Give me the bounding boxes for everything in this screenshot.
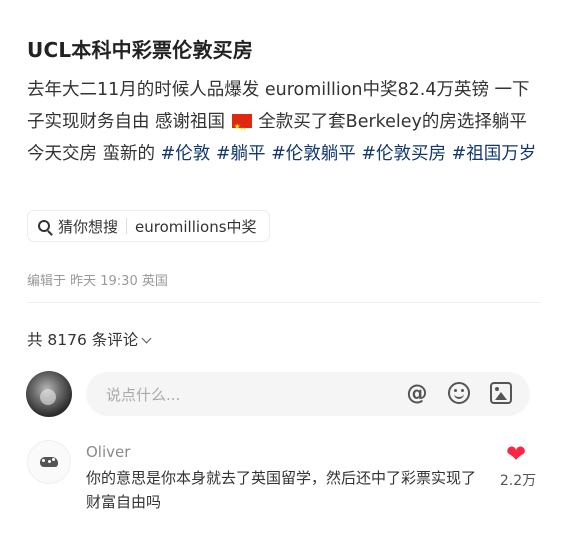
hashtag-london-buy-house[interactable]: #伦敦买房 [361, 144, 446, 164]
pill-divider [126, 218, 128, 234]
comment-input-placeholder: 说点什么... [106, 386, 181, 404]
my-avatar[interactable] [26, 371, 72, 417]
comment-text[interactable]: 你的意思是你本身就去了英国留学，然后还中了彩票实现了财富自由吗 [86, 466, 486, 514]
chevron-down-icon [141, 333, 152, 344]
comment-count-label: 共 8176 条评论 [27, 331, 139, 349]
search-icon [38, 220, 50, 232]
guess-search-query[interactable]: euromillions中奖 [135, 216, 257, 237]
china-flag-icon [231, 111, 252, 145]
hashtag-lie-flat[interactable]: #躺平 [216, 144, 266, 164]
post-title: UCL本科中彩票伦敦买房 [27, 38, 254, 62]
guess-search-label: 猜你想搜 [58, 217, 119, 236]
comment-avatar[interactable] [27, 440, 71, 484]
edited-meta: 编辑于 昨天 19:30 英国 [27, 274, 168, 289]
comment-input[interactable]: 说点什么... @ [86, 372, 530, 416]
hashtag-long-live-motherland[interactable]: #祖国万岁 [452, 144, 537, 164]
section-divider [27, 302, 541, 303]
at-icon[interactable]: @ [406, 382, 428, 404]
emoji-icon[interactable] [448, 382, 470, 404]
comment-count-sort[interactable]: 共 8176 条评论 [27, 328, 152, 350]
guess-search-pill[interactable]: 猜你想搜 euromillions中奖 [27, 210, 270, 242]
hashtag-london-lie-flat[interactable]: #伦敦躺平 [271, 144, 356, 164]
comment-like-count: 2.2万 [499, 473, 537, 489]
post-body: 去年大二11月的时候人品爆发 euromillion中奖82.4万英镑 一下子实… [27, 74, 542, 170]
comment-author[interactable]: Oliver [86, 443, 130, 461]
hashtag-london[interactable]: #伦敦 [161, 144, 211, 164]
heart-icon[interactable]: ❤ [506, 442, 526, 466]
image-icon[interactable] [490, 382, 512, 404]
